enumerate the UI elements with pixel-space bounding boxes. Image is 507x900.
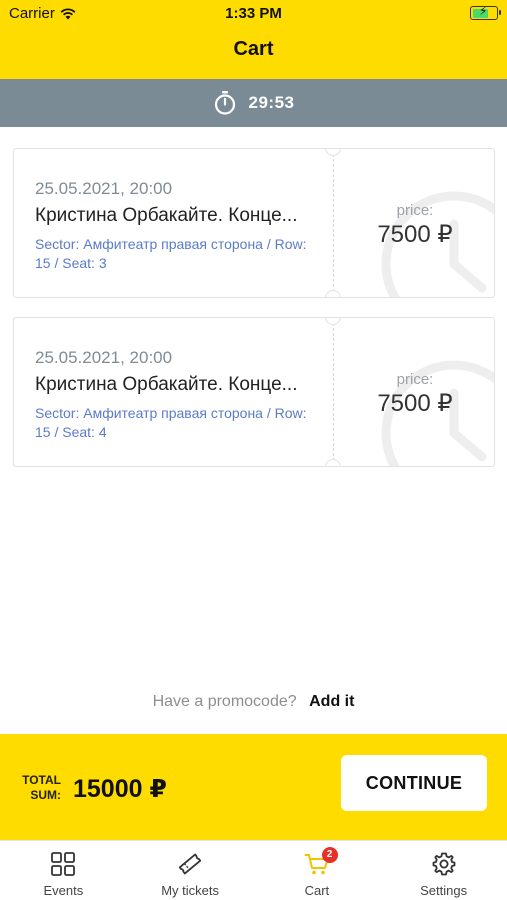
tab-label: Cart bbox=[304, 883, 330, 898]
tab-cart[interactable]: 2 Cart bbox=[254, 841, 381, 900]
ticket-notch bbox=[325, 459, 341, 466]
status-bar: Carrier 1:33 PM ⚡ bbox=[0, 0, 507, 28]
tab-label: Settings bbox=[420, 883, 468, 898]
price-label: price: bbox=[396, 371, 434, 388]
promocode-question: Have a promocode? bbox=[152, 693, 297, 710]
continue-button[interactable]: CONTINUE bbox=[341, 755, 487, 811]
status-time: 1:33 PM bbox=[225, 5, 282, 22]
page-title: Cart bbox=[233, 38, 274, 60]
ticket-price: 7500 ₽ bbox=[377, 221, 453, 248]
ticket-notch bbox=[325, 290, 341, 297]
promocode-row: Have a promocode? Add it bbox=[0, 693, 507, 711]
tab-settings[interactable]: Settings bbox=[380, 841, 507, 900]
ticket-notch bbox=[325, 318, 341, 325]
cart-count-badge: 2 bbox=[321, 847, 338, 863]
ticket-seat-info: Sector: Амфитеатр правая сторона / Row: … bbox=[35, 236, 307, 271]
ticket-date: 25.05.2021, 20:00 bbox=[35, 348, 173, 367]
battery-icon: ⚡ bbox=[470, 4, 501, 20]
ticket-notch bbox=[325, 149, 341, 156]
checkout-footer: TOTAL SUM: 15000 ₽ CONTINUE bbox=[0, 734, 507, 840]
tab-my-tickets[interactable]: My tickets bbox=[127, 841, 254, 900]
ticket-date: 25.05.2021, 20:00 bbox=[35, 179, 173, 198]
add-promocode-link[interactable]: Add it bbox=[309, 693, 354, 710]
cart-ticket-card[interactable]: 25.05.2021, 20:00 Кристина Орбакайте. Ко… bbox=[13, 148, 495, 298]
timer-countdown: 29:53 bbox=[248, 93, 295, 112]
tab-label: Events bbox=[43, 883, 84, 898]
price-label: price: bbox=[396, 202, 434, 219]
total-sum-label: TOTAL SUM: bbox=[22, 773, 61, 802]
tab-label: My tickets bbox=[161, 883, 220, 898]
gear-icon bbox=[432, 852, 456, 876]
ticket-event-title: Кристина Орбакайте. Конце... bbox=[35, 374, 298, 395]
stopwatch-icon bbox=[214, 91, 235, 115]
ticket-event-title: Кристина Орбакайте. Конце... bbox=[35, 205, 298, 226]
events-grid-icon bbox=[51, 852, 76, 876]
total-sum-value: 15000 ₽ bbox=[73, 775, 167, 803]
ticket-seat-info: Sector: Амфитеатр правая сторона / Row: … bbox=[35, 405, 307, 440]
tab-bar: Events My tickets 2 Cart Settings bbox=[0, 840, 507, 900]
cart-ticket-card[interactable]: 25.05.2021, 20:00 Кристина Орбакайте. Ко… bbox=[13, 317, 495, 467]
ticket-icon bbox=[178, 853, 202, 875]
reservation-timer-bar: 29:53 bbox=[0, 79, 507, 127]
ticket-price: 7500 ₽ bbox=[377, 390, 453, 417]
tab-events[interactable]: Events bbox=[0, 841, 127, 900]
